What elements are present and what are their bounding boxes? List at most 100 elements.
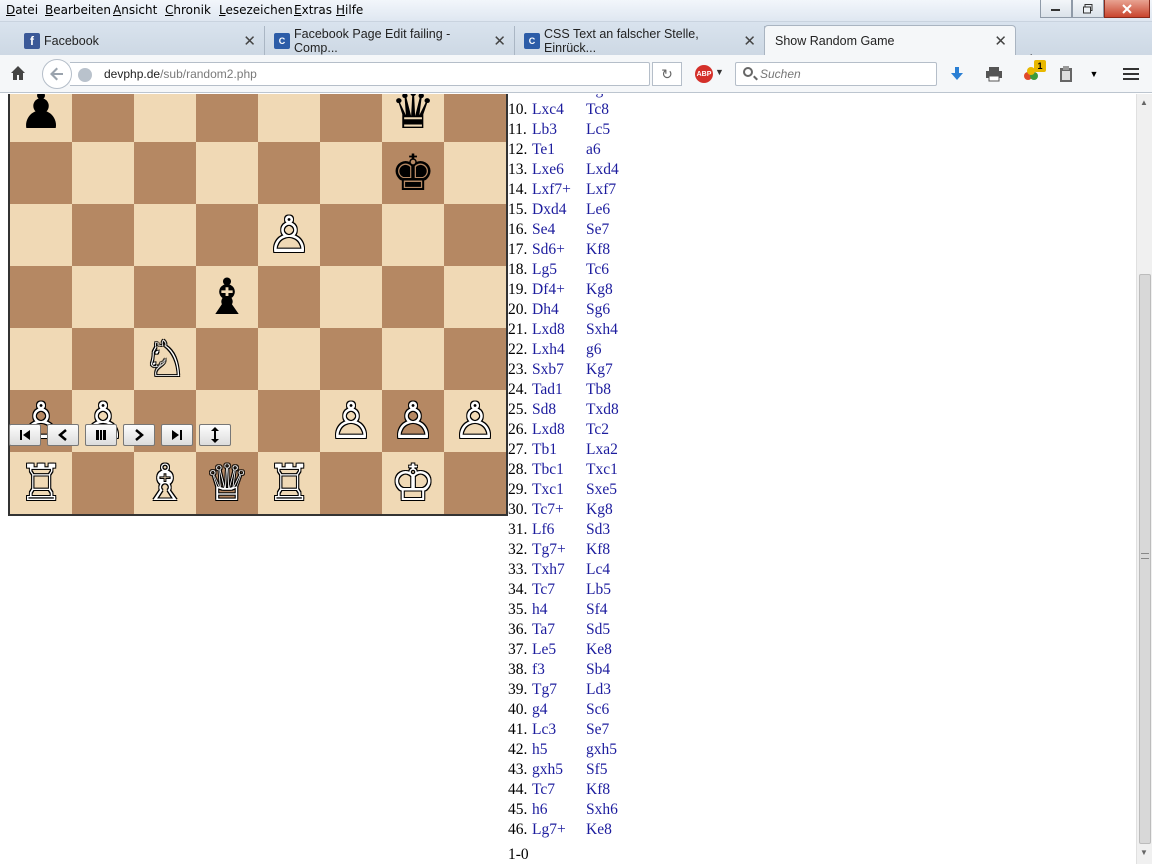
white-move[interactable]: Te1 — [532, 140, 555, 160]
chess-piece[interactable]: ♚ — [391, 148, 436, 198]
tab-facebook-page-edit[interactable]: C Facebook Page Edit failing - Comp... ✕ — [272, 26, 515, 55]
chess-piece[interactable]: ♟ — [19, 94, 64, 136]
board-square[interactable] — [444, 327, 506, 390]
board-square[interactable]: ♙ — [258, 203, 320, 266]
white-move[interactable]: h5 — [532, 740, 548, 760]
white-move[interactable]: Sd6+ — [532, 240, 565, 260]
white-move[interactable]: Lxe6 — [532, 160, 564, 180]
board-square[interactable] — [72, 265, 134, 328]
black-move[interactable]: Kg8 — [586, 280, 613, 300]
board-square[interactable] — [72, 327, 134, 390]
scroll-up-arrow-icon[interactable]: ▲ — [1140, 98, 1148, 107]
white-move[interactable]: h4 — [532, 600, 548, 620]
board-square[interactable] — [444, 141, 506, 204]
chess-piece[interactable]: ♗ — [143, 458, 188, 508]
white-move[interactable]: gxh5 — [532, 760, 563, 780]
chess-piece[interactable]: ♝ — [205, 272, 250, 322]
board-square[interactable]: ♔ — [382, 451, 444, 514]
board-square[interactable] — [72, 203, 134, 266]
black-move[interactable]: Sxe5 — [586, 480, 617, 500]
menu-extras[interactable]: Extras — [290, 2, 336, 18]
black-move[interactable]: Ld3 — [586, 680, 611, 700]
white-move[interactable]: Lxd8 — [532, 420, 565, 440]
black-move[interactable]: Le6 — [586, 200, 610, 220]
board-square[interactable] — [10, 327, 72, 390]
board-square[interactable] — [382, 327, 444, 390]
board-square[interactable] — [444, 94, 506, 142]
black-move[interactable]: Kg7 — [586, 360, 613, 380]
board-square[interactable]: ♘ — [134, 327, 196, 390]
print-icon[interactable] — [985, 65, 1003, 83]
black-move[interactable]: Tc8 — [586, 100, 609, 120]
scroll-down-arrow-icon[interactable]: ▼ — [1140, 848, 1148, 857]
chess-piece[interactable]: ♙ — [267, 210, 312, 260]
black-move[interactable]: Sc6 — [586, 700, 609, 720]
last-move-button[interactable] — [161, 424, 193, 446]
back-button[interactable] — [42, 59, 72, 89]
board-square[interactable] — [320, 203, 382, 266]
chess-piece[interactable]: ♕ — [205, 458, 250, 508]
board-square[interactable] — [10, 265, 72, 328]
black-move[interactable]: Lc4 — [586, 560, 610, 580]
white-move[interactable]: Tb1 — [532, 440, 557, 460]
board-square[interactable] — [320, 451, 382, 514]
black-move[interactable]: Sxh6 — [586, 800, 618, 820]
black-move[interactable]: Tc2 — [586, 420, 609, 440]
board-square[interactable] — [258, 141, 320, 204]
vertical-scrollbar[interactable]: ▲ ▼ — [1136, 94, 1152, 864]
close-window-button[interactable] — [1104, 0, 1150, 18]
first-move-button[interactable] — [9, 424, 41, 446]
black-move[interactable]: Kf8 — [586, 780, 610, 800]
board-square[interactable]: ♗ — [134, 451, 196, 514]
black-move[interactable]: Lc5 — [586, 120, 610, 140]
board-square[interactable] — [258, 327, 320, 390]
board-square[interactable] — [10, 141, 72, 204]
black-move[interactable]: Kg8 — [586, 500, 613, 520]
white-move[interactable]: Lxd8 — [532, 320, 565, 340]
chess-piece[interactable]: ♙ — [329, 396, 374, 446]
chess-piece[interactable]: ♔ — [391, 458, 436, 508]
board-square[interactable]: ♙ — [444, 389, 506, 452]
black-move[interactable]: a6 — [586, 140, 601, 160]
black-move[interactable]: Lxf7 — [586, 180, 616, 200]
white-move[interactable]: Lg5 — [532, 260, 557, 280]
white-move[interactable]: Lg7+ — [532, 820, 566, 840]
white-move[interactable]: Le5 — [532, 640, 556, 660]
white-move[interactable]: Dh4 — [532, 300, 559, 320]
board-square[interactable]: ♖ — [10, 451, 72, 514]
chess-piece[interactable]: ♘ — [143, 334, 188, 384]
search-bar[interactable]: Suchen — [735, 62, 937, 86]
adblock-menu-chevron-icon[interactable]: ▼ — [715, 67, 724, 77]
black-move[interactable]: Kf8 — [586, 540, 610, 560]
white-move[interactable]: Tc7+ — [532, 500, 564, 520]
scrollbar-thumb[interactable] — [1139, 274, 1151, 844]
board-square[interactable]: ♛ — [382, 94, 444, 142]
menu-chronik[interactable]: Chronik — [161, 2, 215, 18]
white-move[interactable]: Tad1 — [532, 380, 563, 400]
pause-button[interactable] — [85, 424, 117, 446]
adblock-plus-icon[interactable]: ABP — [695, 65, 713, 83]
black-move[interactable]: g6 — [586, 340, 602, 360]
white-move[interactable]: Txh7 — [532, 560, 565, 580]
white-move[interactable]: Sxb7 — [532, 360, 564, 380]
white-move[interactable]: Tbc1 — [532, 460, 564, 480]
black-move[interactable]: Tb8 — [586, 380, 611, 400]
black-move[interactable]: Ke8 — [586, 820, 612, 840]
black-move[interactable]: Sxh4 — [586, 320, 618, 340]
black-move[interactable]: Tc6 — [586, 260, 609, 280]
tab-show-random-game[interactable]: Show Random Game ✕ — [764, 25, 1016, 55]
board-square[interactable]: ♟ — [10, 94, 72, 142]
board-square[interactable] — [444, 451, 506, 514]
board-square[interactable] — [134, 141, 196, 204]
download-icon[interactable] — [948, 65, 966, 83]
chess-piece[interactable]: ♖ — [19, 458, 64, 508]
black-move[interactable]: Sg6 — [586, 300, 610, 320]
menu-hilfe[interactable]: Hilfe — [332, 2, 367, 18]
black-move[interactable]: Lxa2 — [586, 440, 618, 460]
white-move[interactable]: Ta7 — [532, 620, 555, 640]
maximize-button[interactable] — [1072, 0, 1104, 18]
board-square[interactable] — [134, 265, 196, 328]
chess-piece[interactable]: ♙ — [453, 396, 498, 446]
board-square[interactable] — [320, 94, 382, 142]
white-move[interactable]: Lxf7+ — [532, 180, 571, 200]
